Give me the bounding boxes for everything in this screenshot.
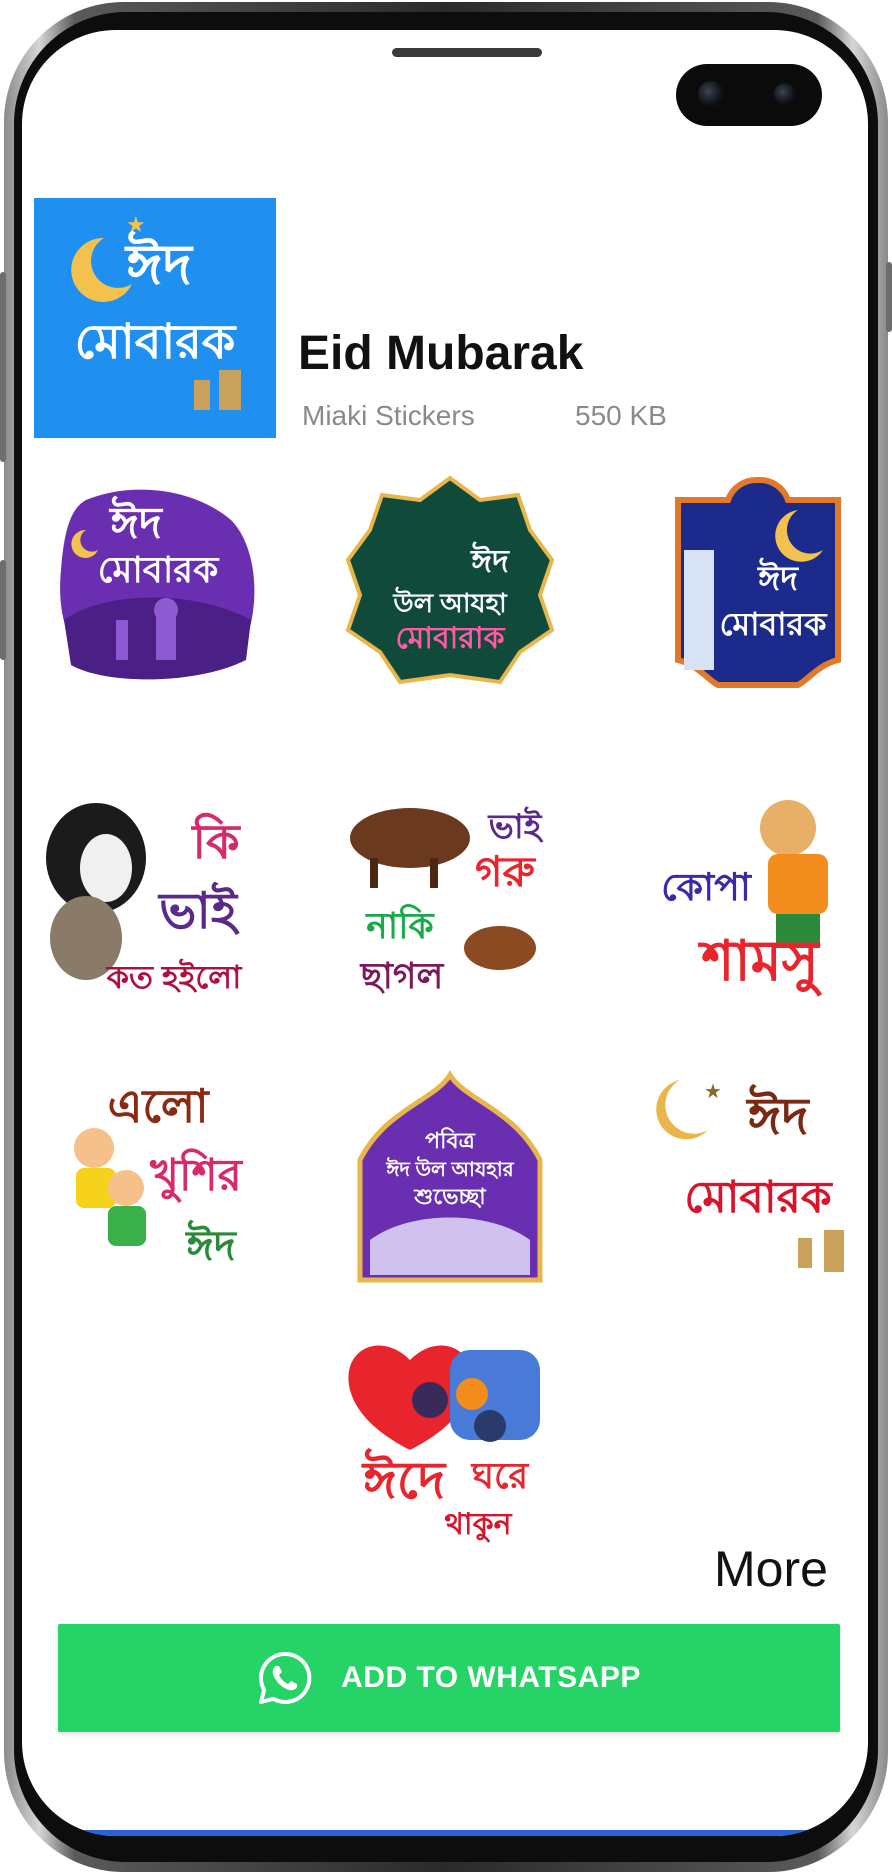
side-button-right: [886, 262, 892, 332]
sticker-3[interactable]: ঈদ মোবারক: [648, 470, 868, 690]
sticker-8-line1: পবিত্র: [425, 1127, 475, 1153]
sticker-2-line3: মোবারাক: [395, 622, 505, 655]
add-to-whatsapp-button[interactable]: ADD TO WHATSAPP: [58, 1624, 840, 1732]
crescent-moon-icon: [71, 237, 132, 302]
lantern-icon: [194, 370, 241, 410]
sticker-3-line1: ঈদ: [757, 557, 799, 598]
camera-lens-icon: [698, 81, 724, 107]
sticker-9-line1: ঈদ: [745, 1084, 810, 1146]
sticker-7[interactable]: এলো খুশির ঈদ: [46, 1070, 266, 1290]
pack-size: 550 KB: [575, 400, 667, 431]
sticker-2-line2: উল আযহা: [392, 586, 508, 618]
sticker-4-line3: কত হইলো: [106, 958, 243, 995]
sticker-2[interactable]: ঈদ উল আযহা মোবারাক: [340, 470, 560, 690]
pack-title: Eid Mubarak: [298, 327, 584, 380]
sticker-6[interactable]: কোপা শামসু: [648, 788, 868, 1008]
sticker-8-line3: শুভেচ্ছা: [413, 1184, 487, 1209]
sticker-8-line2: ঈদ উল আযহার: [385, 1156, 514, 1181]
sticker-5-line1: ভাই: [488, 806, 544, 846]
svg-text:★: ★: [704, 1081, 722, 1103]
sticker-4[interactable]: কি ভাই কত হইলো: [46, 788, 266, 1008]
sticker-7-line1: এলো: [107, 1080, 210, 1132]
sticker-3-line2: মোবারক: [719, 606, 828, 642]
pack-tray-icon: ★ ঈদ মোবারক: [34, 198, 276, 438]
sticker-4-line2: ভাই: [157, 881, 240, 939]
earpiece-speaker: [392, 48, 542, 57]
sticker-5-line4: ছাগল: [359, 955, 445, 996]
sticker-10[interactable]: ঈদে ঘরে থাকুন: [340, 1330, 560, 1550]
sticker-6-line1: কোপা: [661, 867, 753, 909]
side-button-left-1: [0, 272, 6, 462]
sticker-7-line3: ঈদ: [184, 1220, 237, 1269]
sticker-10-line3: থাকুন: [444, 1508, 512, 1543]
camera-lens-icon: [774, 83, 796, 105]
sticker-5[interactable]: ভাই গরু নাকি ছাগল: [340, 788, 560, 1008]
lantern-icon: [798, 1230, 844, 1272]
screen: ★ ঈদ মোবারক Eid Mubarak Miaki Stickers 5…: [22, 30, 868, 1836]
pack-icon-line2: মোবারক: [75, 316, 237, 369]
sticker-6-line2: শামসু: [697, 929, 822, 997]
sticker-5-line2: গরু: [475, 848, 537, 895]
sticker-2-line1: ঈদ: [470, 541, 510, 579]
sticker-9[interactable]: ★ ঈদ মোবারক: [648, 1070, 868, 1290]
sticker-1[interactable]: ঈদ মোবারক: [46, 470, 266, 690]
front-camera-cutout: [676, 64, 822, 126]
side-button-left-2: [0, 560, 6, 660]
pack-icon-line1: ঈদ: [124, 229, 195, 296]
sticker-8[interactable]: পবিত্র ঈদ উল আযহার শুভেচ্ছা: [340, 1070, 560, 1290]
sticker-4-line1: কি: [190, 813, 241, 869]
sticker-10-line1: ঈদে: [361, 1448, 447, 1510]
add-to-whatsapp-label: ADD TO WHATSAPP: [341, 1661, 641, 1694]
pack-publisher: Miaki Stickers: [302, 400, 475, 431]
sticker-7-line2: খুশির: [149, 1148, 244, 1202]
sticker-1-line1: ঈদ: [108, 496, 164, 548]
more-link[interactable]: More: [714, 1540, 828, 1598]
sticker-10-line2: ঘরে: [470, 1455, 530, 1496]
sticker-5-line3: নাকি: [364, 904, 435, 946]
whatsapp-icon: [259, 1651, 312, 1704]
sticker-1-line2: মোবারক: [98, 549, 220, 590]
sticker-9-line2: মোবারক: [684, 1173, 833, 1222]
navigation-bar-strip: [22, 1830, 868, 1836]
